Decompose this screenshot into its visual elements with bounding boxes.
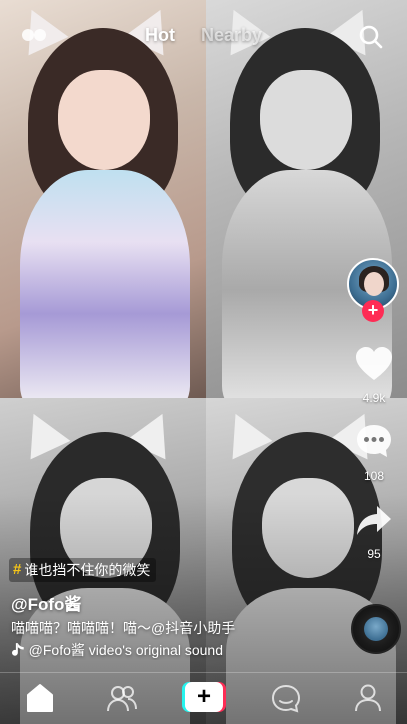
tab-hot[interactable]: Hot [145, 25, 175, 46]
home-icon [27, 684, 53, 712]
nav-friends[interactable] [106, 683, 138, 713]
like-count: 4.9k [362, 391, 386, 405]
top-bar: Hot Nearby [0, 0, 407, 72]
share-icon [357, 506, 391, 535]
nav-inbox[interactable] [270, 683, 302, 713]
profile-icon [355, 684, 381, 712]
friends-icon [107, 686, 137, 712]
music-note-icon [11, 643, 24, 656]
nav-home[interactable] [24, 683, 56, 713]
music-disc[interactable] [351, 604, 401, 654]
like-button[interactable]: 4.9k [346, 346, 402, 405]
share-count: 95 [367, 547, 381, 561]
comment-icon [357, 425, 391, 457]
hashtag-icon: # [13, 561, 22, 578]
message-icon [271, 684, 301, 713]
nav-me[interactable] [352, 683, 384, 713]
music-info[interactable]: @Fofo酱 video's original sound [11, 640, 223, 660]
music-title: @Fofo酱 video's original sound [28, 642, 223, 658]
follow-button[interactable]: + [362, 300, 384, 322]
username[interactable]: @Fofo酱 [11, 590, 81, 615]
plus-icon: + [185, 682, 223, 712]
heart-icon [356, 347, 392, 380]
create-button[interactable]: + [182, 682, 226, 712]
comment-button[interactable]: 108 [346, 422, 402, 483]
share-button[interactable]: 95 [346, 504, 402, 561]
creator-avatar-group: + [347, 258, 401, 322]
music-cover-icon [364, 617, 388, 641]
search-icon[interactable] [358, 24, 384, 50]
post-description: 喵喵喵？喵喵喵！喵～@抖音小助手 [11, 620, 236, 636]
hashtag-chip[interactable]: # 谁也挡不住你的微笑 [9, 558, 157, 582]
hashtag-text: 谁也挡不住你的微笑 [24, 562, 151, 578]
comment-count: 108 [363, 469, 385, 483]
tab-nearby[interactable]: Nearby [201, 25, 262, 46]
bottom-nav: + [0, 672, 407, 724]
live-icon[interactable] [22, 27, 48, 45]
